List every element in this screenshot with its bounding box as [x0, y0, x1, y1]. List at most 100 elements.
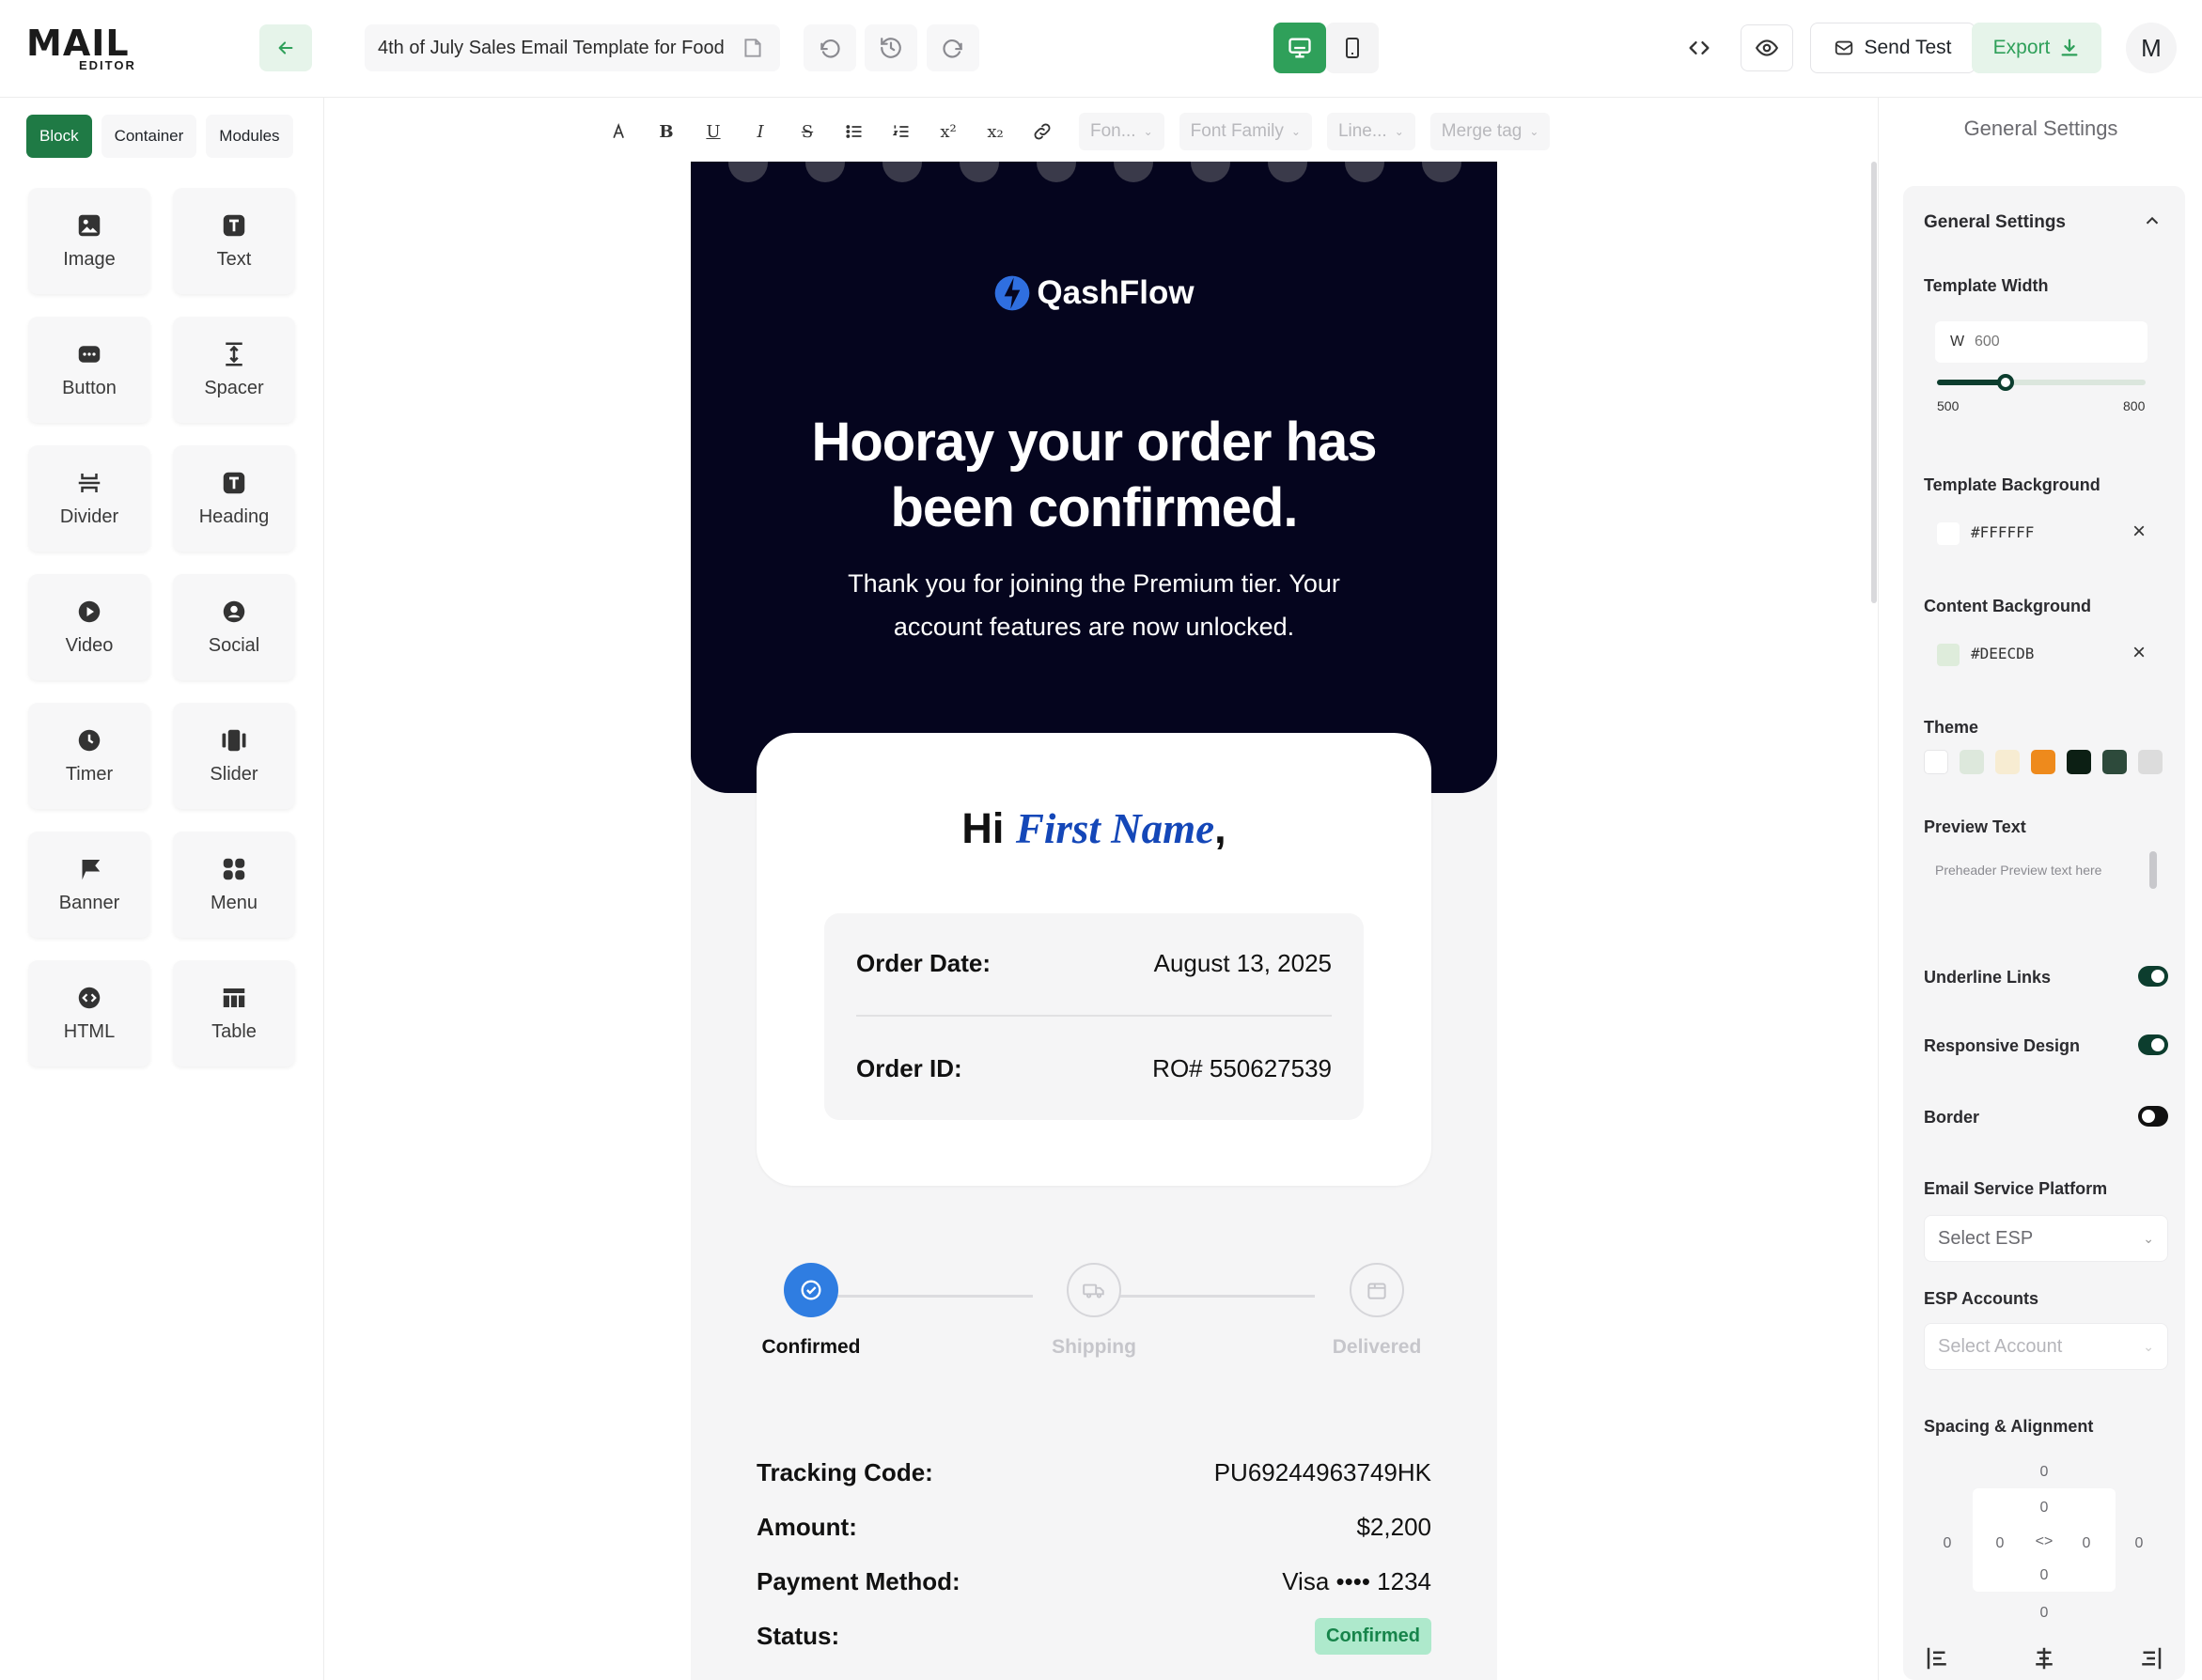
link-spacing-icon[interactable]: <>	[2030, 1533, 2058, 1550]
width-input[interactable]: W 600	[1935, 321, 2147, 363]
font-size-select[interactable]: Fon... ⌄	[1079, 113, 1164, 150]
order-card[interactable]: Hi First Name, Order Date: August 13, 20…	[757, 733, 1431, 1186]
underline-links-toggle[interactable]	[2138, 966, 2168, 987]
back-button[interactable]	[259, 24, 312, 71]
block-table[interactable]: Table	[173, 960, 295, 1066]
email-preview[interactable]: QashFlow Hooray your order has been confi…	[691, 162, 1497, 1680]
block-banner[interactable]: Banner	[28, 832, 150, 938]
clear-icon[interactable]: ×	[2132, 519, 2146, 545]
block-timer[interactable]: Timer	[28, 703, 150, 809]
canvas-scrollbar[interactable]	[1871, 162, 1877, 603]
code-view-button[interactable]	[1673, 24, 1726, 71]
font-color-button[interactable]	[598, 111, 641, 152]
block-banner-label: Banner	[58, 893, 120, 913]
align-center-icon[interactable]	[2030, 1644, 2058, 1672]
theme-swatch[interactable]	[2031, 750, 2055, 774]
preview-text-field[interactable]: Preheader Preview text here	[1924, 848, 2164, 910]
padding-right-value[interactable]: 0	[2072, 1535, 2100, 1552]
hero-headline[interactable]: Hooray your order has been confirmed.	[691, 410, 1497, 541]
history-button[interactable]	[865, 24, 917, 71]
esp-accounts-select[interactable]: Select Account ⌄	[1924, 1323, 2168, 1370]
italic-button[interactable]: I	[739, 111, 782, 152]
preview-button[interactable]	[1741, 24, 1793, 71]
logo-text: MAIL	[26, 23, 130, 64]
mobile-view-button[interactable]	[1326, 23, 1379, 73]
textarea-scrollbar[interactable]	[2149, 851, 2157, 889]
theme-swatch[interactable]	[1960, 750, 1984, 774]
responsive-design-toggle[interactable]	[2138, 1034, 2168, 1055]
block-grid: Image Text Button Spacer Divider Heading…	[28, 188, 295, 1066]
margin-top-value[interactable]: 0	[2030, 1464, 2058, 1481]
hero-subtext[interactable]: Thank you for joining the Premium tier. …	[804, 562, 1384, 648]
content-background-field[interactable]: #DEECDB ×	[1924, 629, 2164, 679]
padding-bottom-value[interactable]: 0	[2030, 1567, 2058, 1584]
template-title-field[interactable]: 4th of July Sales Email Template for Foo…	[365, 24, 780, 71]
block-menu[interactable]: Menu	[173, 832, 295, 938]
line-height-select[interactable]: Line... ⌄	[1326, 113, 1415, 150]
spacing-editor[interactable]: 0 0 0 0 <> 0 0 0 0	[1924, 1449, 2164, 1627]
block-social[interactable]: Social	[173, 574, 295, 680]
desktop-view-button[interactable]	[1273, 23, 1326, 73]
tab-modules[interactable]: Modules	[206, 115, 293, 158]
template-background-field[interactable]: #FFFFFF ×	[1924, 507, 2164, 558]
underline-button[interactable]: U	[692, 111, 735, 152]
block-text-label: Text	[216, 249, 252, 270]
esp-select[interactable]: Select ESP ⌄	[1924, 1215, 2168, 1262]
block-slider[interactable]: Slider	[173, 703, 295, 809]
align-left-icon[interactable]	[1924, 1644, 1952, 1672]
block-timer-label: Timer	[65, 764, 114, 785]
app-logo[interactable]: MAIL EDITOR	[26, 23, 148, 72]
tracking-row: Tracking Code: PU69244963749HK	[757, 1445, 1431, 1500]
subscript-button[interactable]: x₂	[974, 111, 1017, 152]
redo-button[interactable]	[927, 24, 979, 71]
tab-block[interactable]: Block	[26, 115, 92, 158]
margin-bottom-value[interactable]: 0	[2030, 1605, 2058, 1622]
bullet-list-button[interactable]	[833, 111, 876, 152]
content-bg-swatch[interactable]	[1937, 644, 1960, 666]
font-family-select[interactable]: Font Family ⌄	[1179, 113, 1312, 150]
link-button[interactable]	[1021, 111, 1064, 152]
numbered-list-button[interactable]	[880, 111, 923, 152]
strikethrough-button[interactable]: S	[786, 111, 829, 152]
order-date-row: Order Date: August 13, 2025	[856, 949, 1332, 978]
theme-swatch[interactable]	[2102, 750, 2127, 774]
margin-left-value[interactable]: 0	[1933, 1535, 1961, 1552]
block-divider[interactable]: Divider	[28, 445, 150, 552]
export-button[interactable]: Export	[1972, 23, 2101, 73]
merge-tag-select[interactable]: Merge tag ⌄	[1429, 113, 1551, 150]
width-slider-track[interactable]	[1937, 374, 2146, 391]
general-settings-header[interactable]: General Settings	[1903, 186, 2185, 272]
theme-swatch[interactable]	[2138, 750, 2163, 774]
tab-container[interactable]: Container	[101, 115, 197, 158]
step-delivered-icon	[1350, 1263, 1404, 1317]
block-heading[interactable]: Heading	[173, 445, 295, 552]
block-video[interactable]: Video	[28, 574, 150, 680]
block-html[interactable]: HTML	[28, 960, 150, 1066]
undo-button[interactable]	[804, 24, 856, 71]
block-image[interactable]: Image	[28, 188, 150, 294]
theme-swatch[interactable]	[2067, 750, 2091, 774]
superscript-button[interactable]: x²	[927, 111, 970, 152]
send-test-button[interactable]: Send Test	[1810, 23, 1976, 73]
amount-row: Amount: $2,200	[757, 1500, 1431, 1554]
hero-section[interactable]: QashFlow Hooray your order has been confi…	[691, 162, 1497, 793]
block-button[interactable]: Button	[28, 317, 150, 423]
width-slider-thumb[interactable]	[1997, 374, 2015, 391]
chevron-down-icon: ⌄	[1529, 125, 1539, 138]
border-toggle[interactable]	[2138, 1106, 2168, 1127]
block-spacer[interactable]: Spacer	[173, 317, 295, 423]
padding-top-value[interactable]: 0	[2030, 1500, 2058, 1517]
theme-swatch[interactable]	[1995, 750, 2020, 774]
template-title-text: 4th of July Sales Email Template for Foo…	[378, 37, 725, 58]
padding-left-value[interactable]: 0	[1986, 1535, 2014, 1552]
user-avatar[interactable]: M	[2126, 23, 2177, 73]
align-right-icon[interactable]	[2136, 1644, 2164, 1672]
theme-swatch[interactable]	[1924, 750, 1948, 774]
template-bg-swatch[interactable]	[1937, 522, 1960, 545]
payment-details[interactable]: Tracking Code: PU69244963749HK Amount: $…	[757, 1445, 1431, 1663]
clear-icon[interactable]: ×	[2132, 640, 2146, 666]
block-text[interactable]: Text	[173, 188, 295, 294]
bold-button[interactable]: B	[645, 111, 688, 152]
margin-right-value[interactable]: 0	[2125, 1535, 2153, 1552]
greeting[interactable]: Hi First Name,	[757, 804, 1431, 853]
